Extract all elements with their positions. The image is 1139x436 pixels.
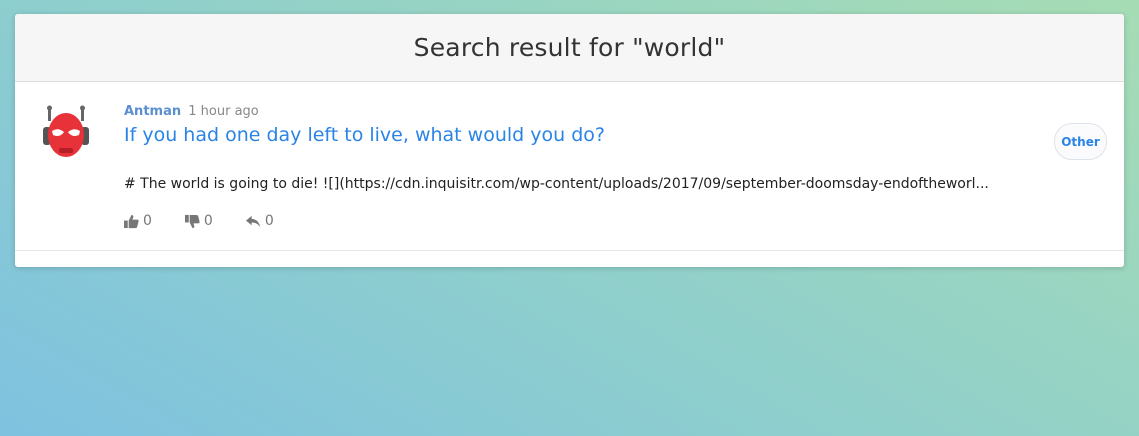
list-item: Antman 1 hour ago If you had one day lef…: [15, 82, 1124, 251]
post-meta: Antman 1 hour ago: [124, 104, 259, 119]
post-time: 1 hour ago: [188, 104, 259, 119]
post-title-link[interactable]: If you had one day left to live, what wo…: [124, 124, 605, 146]
results-header: Search result for "world": [15, 14, 1124, 82]
antman-helmet-icon[interactable]: [42, 105, 90, 161]
upvote-count: 0: [143, 213, 152, 229]
reply-count: 0: [264, 213, 274, 229]
author-link[interactable]: Antman: [124, 104, 181, 119]
upvote-button[interactable]: 0: [124, 213, 152, 229]
thumbs-up-icon: [124, 214, 139, 228]
downvote-count: 0: [203, 213, 213, 229]
page-title: Search result for "world": [413, 33, 726, 62]
category-badge[interactable]: Other: [1054, 123, 1107, 160]
downvote-button[interactable]: 0: [184, 213, 213, 229]
post-excerpt: # The world is going to die! ![](https:/…: [124, 176, 989, 192]
reply-button[interactable]: 0: [245, 213, 274, 229]
thumbs-down-icon: [184, 214, 200, 228]
post-actions: 0 0 0: [124, 213, 307, 229]
reply-icon: [245, 215, 260, 227]
search-results-card: Search result for "world" Antman 1 hour …: [15, 14, 1124, 267]
